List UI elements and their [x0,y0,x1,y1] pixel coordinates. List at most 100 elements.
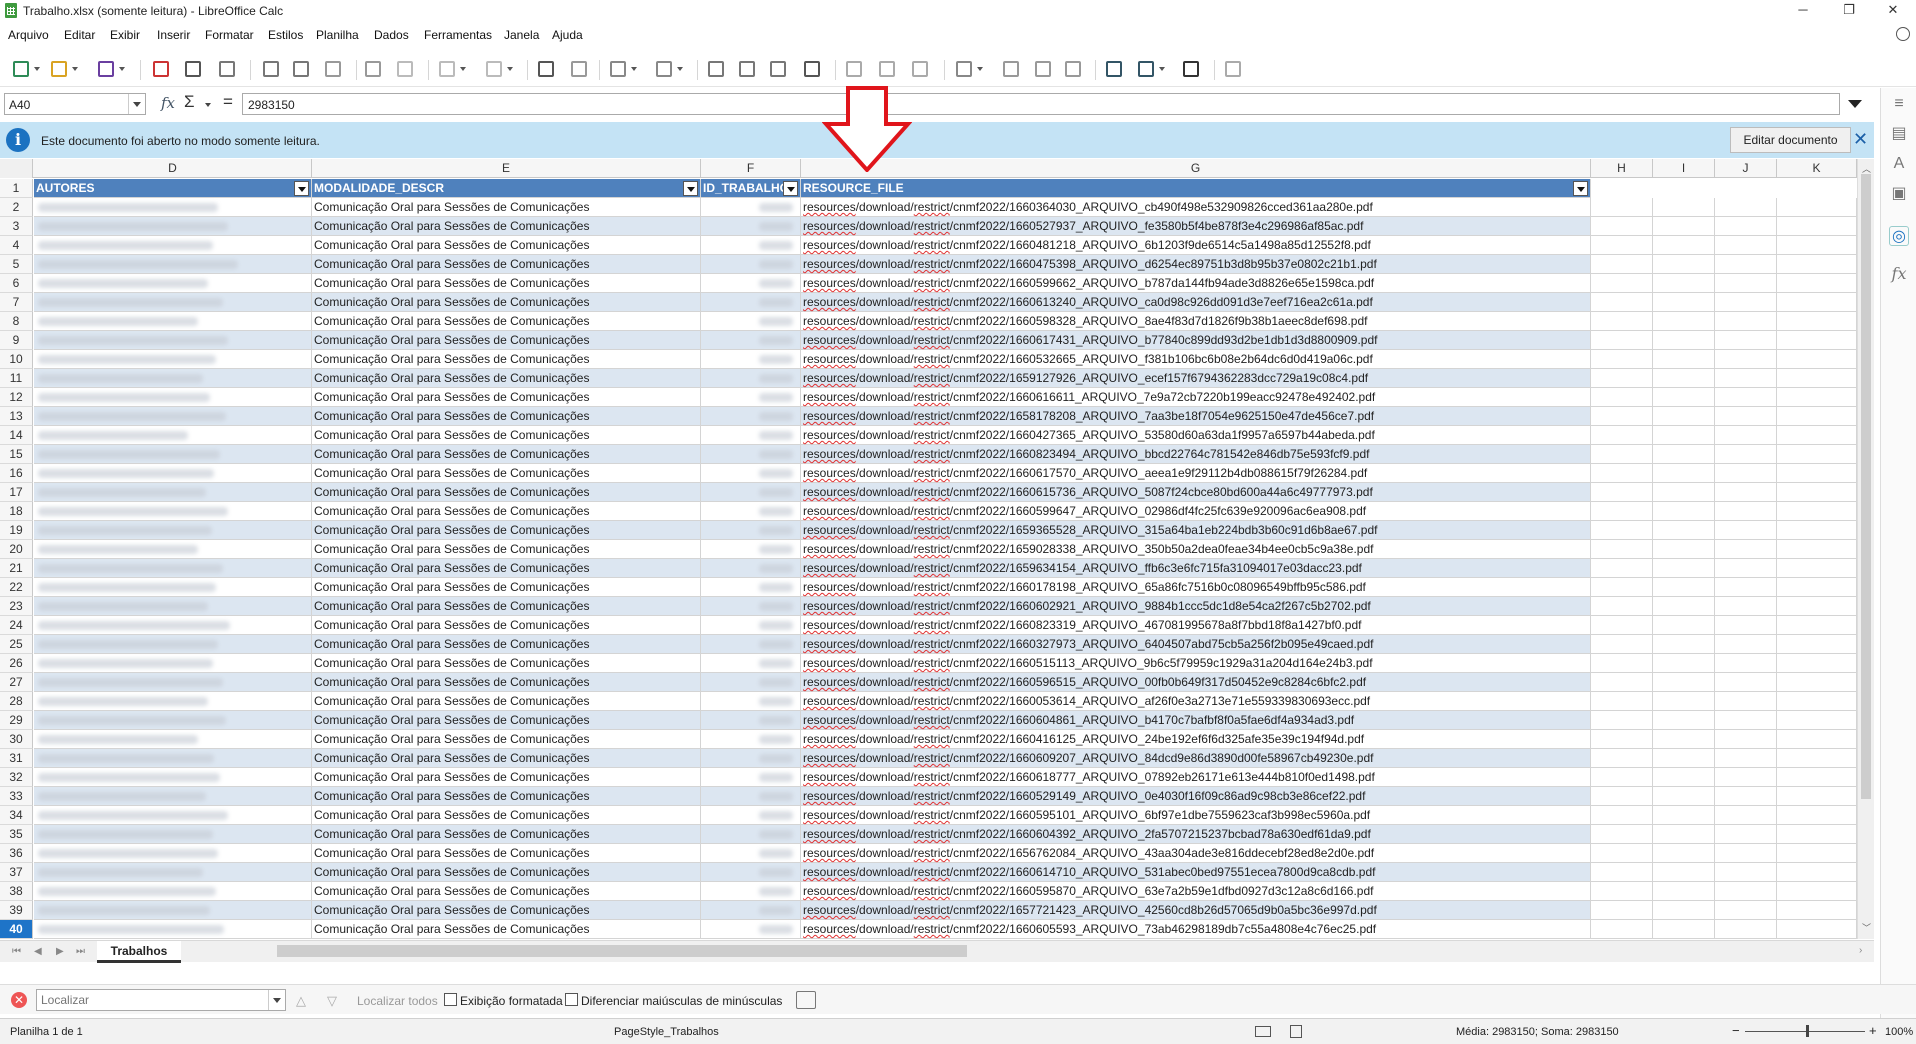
row-header-11[interactable]: 11 [0,369,33,388]
cell-empty[interactable] [1715,426,1777,445]
cell-empty[interactable] [1591,635,1653,654]
cell-empty[interactable] [1591,806,1653,825]
cell-autores[interactable] [34,863,312,882]
cell-empty[interactable] [1653,312,1715,331]
cell-id-trabalho[interactable] [701,768,801,787]
cell-modalidade[interactable]: Comunicação Oral para Sessões de Comunic… [312,331,701,350]
menu-planilha[interactable]: Planilha [316,28,359,42]
cell-empty[interactable] [1591,711,1653,730]
cell-empty[interactable] [1591,407,1653,426]
row-header-5[interactable]: 5 [0,255,33,274]
cell-autores[interactable] [34,312,312,331]
split-window-icon[interactable] [1180,58,1202,80]
cell-empty[interactable] [1777,274,1857,293]
row-header-19[interactable]: 19 [0,521,33,540]
row-header-20[interactable]: 20 [0,540,33,559]
cell-empty[interactable] [1777,350,1857,369]
name-box[interactable]: A40 [4,93,146,115]
cell-modalidade[interactable]: Comunicação Oral para Sessões de Comunic… [312,863,701,882]
cell-empty[interactable] [1715,597,1777,616]
formula-icon[interactable]: = [223,92,233,112]
zoom-slider[interactable] [1745,1031,1865,1032]
scroll-right-icon[interactable]: › [1859,945,1862,956]
cell-autores[interactable] [34,654,312,673]
cell-empty[interactable] [1715,882,1777,901]
row-header-39[interactable]: 39 [0,901,33,920]
cell-empty[interactable] [1777,255,1857,274]
cell-empty[interactable] [1591,825,1653,844]
function-wizard-icon[interactable]: fx [161,94,175,112]
cell-empty[interactable] [1591,749,1653,768]
cell-modalidade[interactable]: Comunicação Oral para Sessões de Comunic… [312,882,701,901]
print-preview-icon[interactable] [216,58,238,80]
cell-empty[interactable] [1777,749,1857,768]
cell-resource-file[interactable]: resources/download/restrict/cnmf2022/166… [801,293,1591,312]
row-header-7[interactable]: 7 [0,293,33,312]
cell-modalidade[interactable]: Comunicação Oral para Sessões de Comunic… [312,806,701,825]
chart-icon[interactable] [876,58,898,80]
row-header-13[interactable]: 13 [0,407,33,426]
cell-empty[interactable] [1653,578,1715,597]
row-header-37[interactable]: 37 [0,863,33,882]
cell-autores[interactable] [34,331,312,350]
cell-empty[interactable] [1653,673,1715,692]
cell-autores[interactable] [34,274,312,293]
row-header-40[interactable]: 40 [0,920,33,939]
row-header-17[interactable]: 17 [0,483,33,502]
cell-empty[interactable] [1653,521,1715,540]
cell-empty[interactable] [1777,483,1857,502]
cell-id-trabalho[interactable] [701,863,801,882]
column-header-g[interactable]: G [801,159,1591,178]
cell-id-trabalho[interactable] [701,426,801,445]
cell-resource-file[interactable]: resources/download/restrict/cnmf2022/166… [801,920,1591,939]
cell-resource-file[interactable]: resources/download/restrict/cnmf2022/165… [801,559,1591,578]
cell-empty[interactable] [1715,464,1777,483]
cell-empty[interactable] [1715,293,1777,312]
cell-autores[interactable] [34,901,312,920]
cell-empty[interactable] [1777,331,1857,350]
sort-ascending-icon[interactable] [736,58,758,80]
row-header-29[interactable]: 29 [0,711,33,730]
menu-editar[interactable]: Editar [64,28,95,42]
cell-modalidade[interactable]: Comunicação Oral para Sessões de Comunic… [312,293,701,312]
cell-autores[interactable] [34,730,312,749]
cell-empty[interactable] [1777,236,1857,255]
row-header-4[interactable]: 4 [0,236,33,255]
cell-id-trabalho[interactable] [701,806,801,825]
cell-id-trabalho[interactable] [701,882,801,901]
cell-empty[interactable] [1591,426,1653,445]
cell-empty[interactable] [1715,255,1777,274]
cell-modalidade[interactable]: Comunicação Oral para Sessões de Comunic… [312,217,701,236]
cell-empty[interactable] [1777,901,1857,920]
cell-id-trabalho[interactable] [701,388,801,407]
save-icon[interactable] [95,58,125,80]
cell-modalidade[interactable]: Comunicação Oral para Sessões de Comunic… [312,274,701,293]
cell-empty[interactable] [1653,825,1715,844]
cell-empty[interactable] [1591,673,1653,692]
cell-empty[interactable] [1591,901,1653,920]
cell-autores[interactable] [34,597,312,616]
cell-modalidade[interactable]: Comunicação Oral para Sessões de Comunic… [312,369,701,388]
cell-resource-file[interactable]: resources/download/restrict/cnmf2022/166… [801,312,1591,331]
menu-formatar[interactable]: Formatar [205,28,254,42]
cell-empty[interactable] [1715,521,1777,540]
cell-resource-file[interactable]: resources/download/restrict/cnmf2022/165… [801,407,1591,426]
navigator-icon[interactable]: ◎ [1889,226,1909,246]
dropdown-arrow-icon[interactable] [460,67,466,71]
cell-empty[interactable] [1591,863,1653,882]
cell-id-trabalho[interactable] [701,407,801,426]
cell-id-trabalho[interactable] [701,825,801,844]
globe-icon[interactable] [1896,27,1910,41]
menu-ajuda[interactable]: Ajuda [552,28,583,42]
dropdown-arrow-icon[interactable] [72,67,78,71]
menu-inserir[interactable]: Inserir [157,28,190,42]
cell-empty[interactable] [1591,312,1653,331]
cell-empty[interactable] [1653,217,1715,236]
dropdown-arrow-icon[interactable] [677,67,683,71]
row-header-30[interactable]: 30 [0,730,33,749]
cell-autores[interactable] [34,920,312,939]
select-all-corner[interactable] [0,159,33,178]
formula-input[interactable]: 2983150 [242,93,1840,115]
cell-id-trabalho[interactable] [701,483,801,502]
expand-formula-bar-icon[interactable] [1848,100,1862,108]
